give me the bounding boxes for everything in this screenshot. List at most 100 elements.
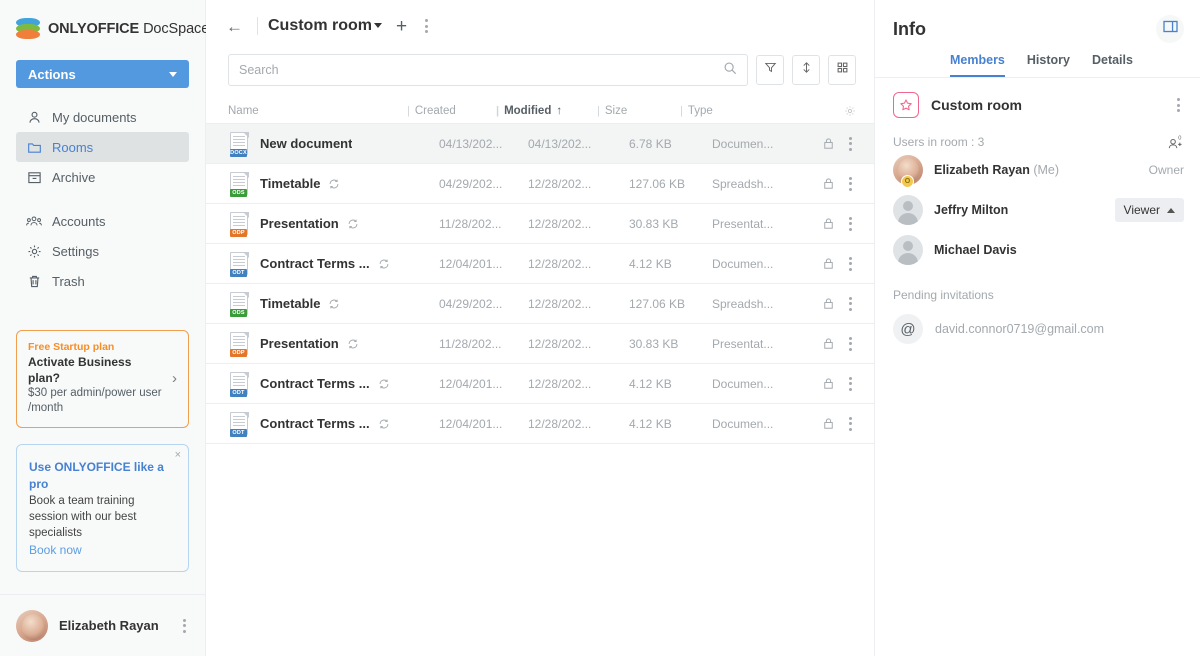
- tab-details[interactable]: Details: [1092, 53, 1133, 77]
- column-header-created[interactable]: |Created: [407, 105, 496, 117]
- table-row[interactable]: ODPPresentation11/28/202...12/28/202...3…: [206, 324, 874, 364]
- sort-ascending-icon: ↑: [556, 105, 562, 117]
- lock-icon[interactable]: [822, 297, 835, 310]
- table-row[interactable]: ODTContract Terms ...12/04/201...12/28/2…: [206, 364, 874, 404]
- lock-icon[interactable]: [822, 217, 835, 230]
- row-kebab-icon[interactable]: [845, 293, 856, 315]
- tab-history[interactable]: History: [1027, 53, 1070, 77]
- member-name: Jeffry Milton: [934, 203, 1104, 217]
- avatar-wrap: O: [893, 155, 923, 185]
- column-header-modified[interactable]: |Modified↑: [496, 105, 597, 117]
- search-icon[interactable]: [723, 61, 737, 80]
- lock-icon[interactable]: [822, 177, 835, 190]
- add-button[interactable]: +: [392, 17, 411, 36]
- table-row[interactable]: ODTContract Terms ...12/04/201...12/28/2…: [206, 244, 874, 284]
- member-role-dropdown-button[interactable]: Viewer: [1115, 198, 1184, 222]
- row-kebab-icon[interactable]: [845, 413, 856, 435]
- member-name-suffix: (Me): [1033, 163, 1059, 177]
- tab-members[interactable]: Members: [950, 53, 1005, 77]
- lock-icon[interactable]: [822, 257, 835, 270]
- lock-icon[interactable]: [822, 337, 835, 350]
- file-type-icon: ODT: [228, 411, 252, 437]
- table-row[interactable]: ODSTimetable04/29/202...12/28/202...127.…: [206, 164, 874, 204]
- grid-view-button[interactable]: [828, 55, 856, 85]
- row-kebab-icon[interactable]: [845, 373, 856, 395]
- sidebar-item-label: Rooms: [52, 140, 93, 155]
- profile-kebab-icon[interactable]: [179, 615, 190, 637]
- search-box[interactable]: [228, 54, 748, 86]
- promo-plan-text: Free Startup plan Activate Business plan…: [28, 340, 166, 416]
- table-column-headers: Name |Created |Modified↑ |Size |Type: [206, 98, 874, 124]
- member-name: Elizabeth Rayan (Me): [934, 163, 1138, 177]
- app-logo[interactable]: ONLYOFFICE DocSpace: [0, 0, 205, 44]
- file-type: Documen...: [712, 417, 822, 431]
- table-row[interactable]: ODSTimetable04/29/202...12/28/202...127.…: [206, 284, 874, 324]
- file-type-icon: ODS: [228, 291, 252, 317]
- sync-icon: [328, 178, 340, 190]
- book-now-link[interactable]: Book now: [29, 541, 176, 559]
- promo-plan-card[interactable]: Free Startup plan Activate Business plan…: [16, 330, 189, 428]
- chevron-down-icon: [374, 23, 382, 28]
- column-header-type[interactable]: |Type: [680, 105, 844, 117]
- room-kebab-icon[interactable]: [1173, 94, 1184, 116]
- table-row[interactable]: ODTContract Terms ...12/04/201...12/28/2…: [206, 404, 874, 444]
- sidebar-item-accounts[interactable]: Accounts: [16, 206, 189, 236]
- lock-icon[interactable]: [822, 137, 835, 150]
- folder-icon: [26, 139, 42, 155]
- sidebar-item-settings[interactable]: Settings: [16, 236, 189, 266]
- search-toolbar: [206, 52, 874, 88]
- filter-button[interactable]: [756, 55, 784, 85]
- row-kebab-icon[interactable]: [845, 213, 856, 235]
- file-size: 30.83 KB: [629, 337, 712, 351]
- pending-invitation-row[interactable]: @ david.connor0719@gmail.com: [875, 302, 1200, 344]
- sidebar-item-trash[interactable]: Trash: [16, 266, 189, 296]
- promo-training-title: Use ONLYOFFICE like a pro: [29, 459, 176, 493]
- column-label: Created: [415, 105, 456, 117]
- column-label: Type: [688, 105, 713, 117]
- row-kebab-icon[interactable]: [845, 133, 856, 155]
- back-arrow-icon[interactable]: ←: [222, 16, 247, 37]
- user-profile-name: Elizabeth Rayan: [59, 618, 168, 633]
- actions-button[interactable]: Actions: [16, 60, 189, 88]
- page-title[interactable]: Custom room: [268, 17, 382, 35]
- member-row[interactable]: OElizabeth Rayan (Me)Owner: [875, 150, 1200, 190]
- row-kebab-icon[interactable]: [845, 253, 856, 275]
- member-row[interactable]: Jeffry Milton Viewer: [875, 190, 1200, 230]
- member-row[interactable]: Michael Davis: [875, 230, 1200, 270]
- brand-name-rest: DocSpace: [143, 21, 209, 37]
- avatar: [16, 610, 48, 642]
- file-modified: 12/28/202...: [528, 337, 629, 351]
- info-panel-title: Info: [893, 19, 926, 40]
- table-row[interactable]: ODPPresentation11/28/202...12/28/202...3…: [206, 204, 874, 244]
- file-created: 04/13/202...: [439, 137, 528, 151]
- add-user-icon[interactable]: 0: [1167, 134, 1184, 150]
- panel-toggle-button[interactable]: [1156, 15, 1184, 43]
- sidebar-item-rooms[interactable]: Rooms: [16, 132, 189, 162]
- file-name-cell: Timetable: [260, 296, 439, 311]
- column-header-name[interactable]: Name: [228, 105, 407, 117]
- search-input[interactable]: [239, 63, 723, 77]
- sidebar-item-archive[interactable]: Archive: [16, 162, 189, 192]
- row-kebab-icon[interactable]: [845, 333, 856, 355]
- sidebar-item-label: Settings: [52, 244, 99, 259]
- lock-icon[interactable]: [822, 417, 835, 430]
- header-divider: [257, 17, 258, 35]
- file-created: 12/04/201...: [439, 417, 528, 431]
- file-modified: 12/28/202...: [528, 257, 629, 271]
- row-kebab-icon[interactable]: [845, 173, 856, 195]
- lock-icon[interactable]: [822, 377, 835, 390]
- user-profile[interactable]: Elizabeth Rayan: [0, 594, 206, 656]
- more-actions-kebab-icon[interactable]: [421, 15, 432, 37]
- sidebar-item-my-documents[interactable]: My documents: [16, 102, 189, 132]
- page-title-text: Custom room: [268, 17, 372, 34]
- chevron-right-icon[interactable]: ›: [166, 370, 177, 387]
- column-header-size[interactable]: |Size: [597, 105, 680, 117]
- sidebar-item-label: Archive: [52, 170, 95, 185]
- member-role-label: Viewer: [1124, 203, 1160, 217]
- sort-button[interactable]: [792, 55, 820, 85]
- close-icon[interactable]: ×: [175, 450, 181, 461]
- table-row[interactable]: DOCXNew document04/13/202...04/13/202...…: [206, 124, 874, 164]
- promo-training-card[interactable]: × Use ONLYOFFICE like a pro Book a team …: [16, 444, 189, 572]
- column-settings-gear-icon[interactable]: [844, 105, 856, 117]
- room-summary: Custom room: [875, 78, 1200, 118]
